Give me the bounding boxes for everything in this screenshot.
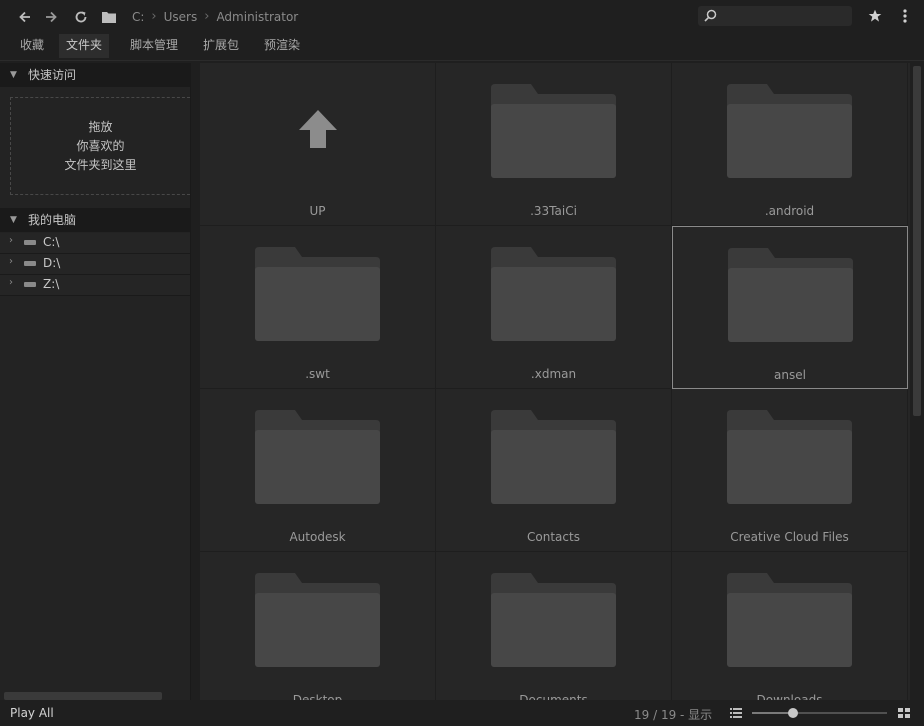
tab-folders[interactable]: 文件夹 — [59, 34, 110, 58]
chevron-right-icon[interactable]: › — [9, 235, 13, 246]
folder-icon — [727, 84, 852, 178]
folder-icon — [255, 573, 380, 667]
folder-name: Autodesk — [289, 530, 346, 544]
up-arrow-icon — [298, 109, 338, 152]
dropzone-line: 文件夹到这里 — [64, 157, 137, 172]
hard-drive-icon — [24, 240, 36, 245]
tab-prerender[interactable]: 预渲染 — [257, 34, 307, 58]
breadcrumb-item[interactable]: C: — [132, 10, 144, 24]
hard-drive-icon — [24, 261, 36, 266]
tab-extensions[interactable]: 扩展包 — [196, 34, 246, 58]
chevron-down-icon: ▼ — [10, 70, 17, 80]
drive-label: D:\ — [43, 256, 61, 270]
folder-name: UP — [309, 204, 326, 218]
sidebar: ▼ 快速访问 拖放 你喜欢的 文件夹到这里 ▼ 我的电脑 › C:\ › D:\… — [0, 63, 191, 700]
folder-icon — [491, 84, 616, 178]
item-count: 19 / 19 - 显示 — [634, 708, 713, 722]
refresh-icon[interactable] — [72, 8, 90, 26]
folder-item[interactable]: Downloads — [672, 552, 908, 700]
back-arrow-icon[interactable] — [16, 8, 34, 26]
folder-name: .xdman — [530, 367, 577, 381]
folder-item[interactable]: Autodesk — [200, 389, 436, 552]
drive-item-z[interactable]: › Z:\ — [0, 275, 190, 296]
search-icon — [704, 9, 717, 25]
my-computer-header[interactable]: ▼ 我的电脑 — [0, 208, 190, 232]
folder-icon[interactable] — [100, 8, 118, 26]
chevron-right-icon: › — [151, 9, 157, 24]
more-vertical-icon[interactable] — [896, 7, 914, 25]
folder-icon — [491, 247, 616, 341]
folder-item[interactable]: ansel — [672, 226, 908, 389]
status-bar: Play All 19 / 19 - 显示 — [0, 700, 924, 726]
dropzone-line: 拖放 — [88, 119, 113, 134]
drive-item-d[interactable]: › D:\ — [0, 254, 190, 275]
folder-name: .33TaiCi — [530, 204, 577, 218]
folder-name: .swt — [305, 367, 330, 381]
folder-icon — [491, 410, 616, 504]
folder-item[interactable]: Creative Cloud Files — [672, 389, 908, 552]
chevron-right-icon[interactable]: › — [9, 256, 13, 267]
folder-item[interactable]: .android — [672, 63, 908, 226]
quick-access-title: 快速访问 — [28, 68, 77, 82]
sidebar-scrollbar[interactable] — [4, 692, 162, 700]
zoom-slider-fill — [752, 712, 793, 714]
folder-item[interactable]: .33TaiCi — [436, 63, 672, 226]
folder-item[interactable]: Desktop — [200, 552, 436, 700]
zoom-slider[interactable] — [752, 708, 887, 718]
folder-item[interactable]: .xdman — [436, 226, 672, 389]
chevron-down-icon: ▼ — [10, 215, 17, 225]
folder-icon — [727, 410, 852, 504]
folder-name: Contacts — [527, 530, 580, 544]
tab-favorites[interactable]: 收藏 — [13, 34, 51, 58]
vertical-scrollbar[interactable] — [910, 63, 924, 700]
drive-label: C:\ — [43, 235, 60, 249]
search-input[interactable] — [698, 6, 852, 26]
breadcrumb: C: › Users › Administrator — [132, 9, 298, 24]
folder-item[interactable]: Documents — [436, 552, 672, 700]
zoom-slider-handle[interactable] — [787, 708, 798, 718]
top-bar: C: › Users › Administrator — [0, 0, 924, 34]
favorites-dropzone[interactable]: 拖放 你喜欢的 文件夹到这里 — [10, 97, 190, 195]
folder-icon — [728, 248, 853, 342]
quick-access-header[interactable]: ▼ 快速访问 — [0, 63, 190, 87]
play-all-button[interactable]: Play All — [10, 706, 54, 720]
my-computer-title: 我的电脑 — [28, 213, 77, 227]
tab-script-manager[interactable]: 脚本管理 — [123, 34, 185, 58]
folder-name: Creative Cloud Files — [730, 530, 849, 544]
drive-label: Z:\ — [43, 277, 60, 291]
folder-name: Downloads — [756, 693, 823, 700]
folder-icon — [491, 573, 616, 667]
folder-icon — [255, 410, 380, 504]
folder-name: Desktop — [292, 693, 343, 700]
folder-icon — [727, 573, 852, 667]
folder-item[interactable]: Contacts — [436, 389, 672, 552]
folder-name: ansel — [774, 368, 806, 382]
star-icon[interactable] — [866, 7, 884, 25]
grid-view-icon[interactable] — [898, 707, 910, 721]
chevron-right-icon: › — [204, 9, 210, 24]
chevron-right-icon[interactable]: › — [9, 277, 13, 288]
tab-bar: 收藏 文件夹 脚本管理 扩展包 预渲染 — [0, 34, 924, 61]
scrollbar-thumb[interactable] — [913, 66, 921, 416]
forward-arrow-icon[interactable] — [42, 8, 60, 26]
breadcrumb-item[interactable]: Users — [164, 10, 198, 24]
breadcrumb-item[interactable]: Administrator — [216, 10, 298, 24]
list-view-icon[interactable] — [730, 707, 742, 721]
drive-item-c[interactable]: › C:\ — [0, 233, 190, 254]
hard-drive-icon — [24, 282, 36, 287]
dropzone-line: 你喜欢的 — [76, 138, 125, 153]
folder-name: Documents — [519, 693, 588, 700]
folder-grid: UP .33TaiCi .android .swt .xdman ansel Autodes… — [200, 63, 910, 700]
folder-item[interactable]: .swt — [200, 226, 436, 389]
folder-icon — [255, 247, 380, 341]
up-folder-item[interactable]: UP — [200, 63, 436, 226]
folder-name: .android — [764, 204, 815, 218]
